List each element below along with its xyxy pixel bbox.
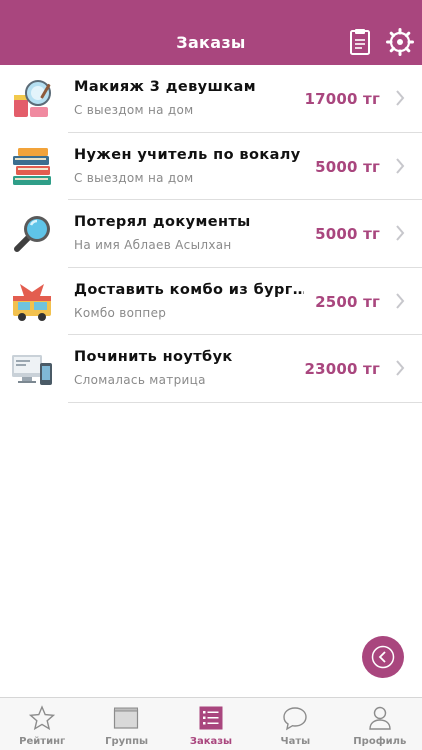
order-row[interactable]: Потерял документы На имя Аблаев Асылхан …	[0, 200, 422, 268]
order-title: Нужен учитель по вокалу	[74, 146, 301, 163]
tab-groups[interactable]: Группы	[84, 698, 168, 750]
clipboard-icon	[350, 29, 370, 55]
order-subtitle: На имя Аблаев Асылхан	[74, 238, 232, 252]
order-subtitle: Сломалась матрица	[74, 373, 206, 387]
order-subtitle: С выездом на дом	[74, 103, 194, 117]
order-row[interactable]: Макияж 3 девушкам С выездом на дом 17000…	[0, 65, 422, 133]
order-row[interactable]: Починить ноутбук Сломалась матрица 23000…	[0, 335, 422, 403]
order-title: Доставить комбо из бург…	[74, 281, 304, 298]
order-price: 23000 тг	[304, 360, 380, 378]
order-price: 5000 тг	[315, 157, 380, 176]
person-icon	[368, 706, 391, 730]
tab-profile[interactable]: Профиль	[338, 698, 422, 750]
tab-chats[interactable]: Чаты	[253, 698, 337, 750]
tab-orders[interactable]: Заказы	[169, 698, 253, 750]
clipboard-button[interactable]	[345, 27, 375, 57]
order-price: 17000 тг	[304, 90, 380, 108]
chevron-right-icon	[395, 360, 405, 376]
order-price: 5000 тг	[315, 225, 380, 243]
order-price: 2500 тг	[315, 292, 380, 311]
tab-label: Чаты	[280, 736, 311, 747]
makeup-icon	[10, 77, 54, 121]
tab-label: Заказы	[189, 736, 233, 747]
chat-icon	[283, 707, 307, 731]
order-title: Макияж 3 девушкам	[74, 79, 256, 95]
computer-icon	[10, 347, 54, 391]
tab-rating[interactable]: Рейтинг	[0, 698, 84, 750]
order-subtitle: С выездом на дом	[74, 170, 194, 185]
list-icon	[199, 706, 223, 730]
tab-label: Профиль	[353, 736, 407, 747]
back-button[interactable]	[362, 636, 404, 678]
food-truck-icon	[10, 280, 54, 324]
divider	[68, 401, 422, 403]
settings-button[interactable]	[385, 27, 415, 57]
back-arrow-icon	[371, 645, 395, 669]
magnifier-icon	[10, 212, 54, 256]
books-icon	[10, 145, 54, 189]
chevron-right-icon	[395, 225, 405, 241]
order-title: Потерял документы	[74, 214, 251, 230]
folder-icon	[114, 707, 139, 729]
order-subtitle: Комбо воппер	[74, 305, 167, 320]
chevron-right-icon	[395, 292, 405, 309]
tab-label: Рейтинг	[19, 736, 66, 747]
chevron-right-icon	[395, 90, 405, 106]
star-icon	[29, 705, 55, 731]
order-row[interactable]: Доставить комбо из бург… Комбо воппер 25…	[0, 268, 422, 335]
app-header: Заказы	[0, 0, 422, 65]
tab-label: Группы	[105, 736, 149, 747]
orders-list: Макияж 3 девушкам С выездом на дом 17000…	[0, 65, 422, 403]
order-row[interactable]: Нужен учитель по вокалу С выездом на дом…	[0, 133, 422, 200]
chevron-right-icon	[395, 157, 405, 174]
gear-icon	[386, 28, 414, 56]
order-title: Починить ноутбук	[74, 349, 233, 365]
tab-bar: Рейтинг Группы Заказы Чаты Профиль	[0, 697, 422, 750]
